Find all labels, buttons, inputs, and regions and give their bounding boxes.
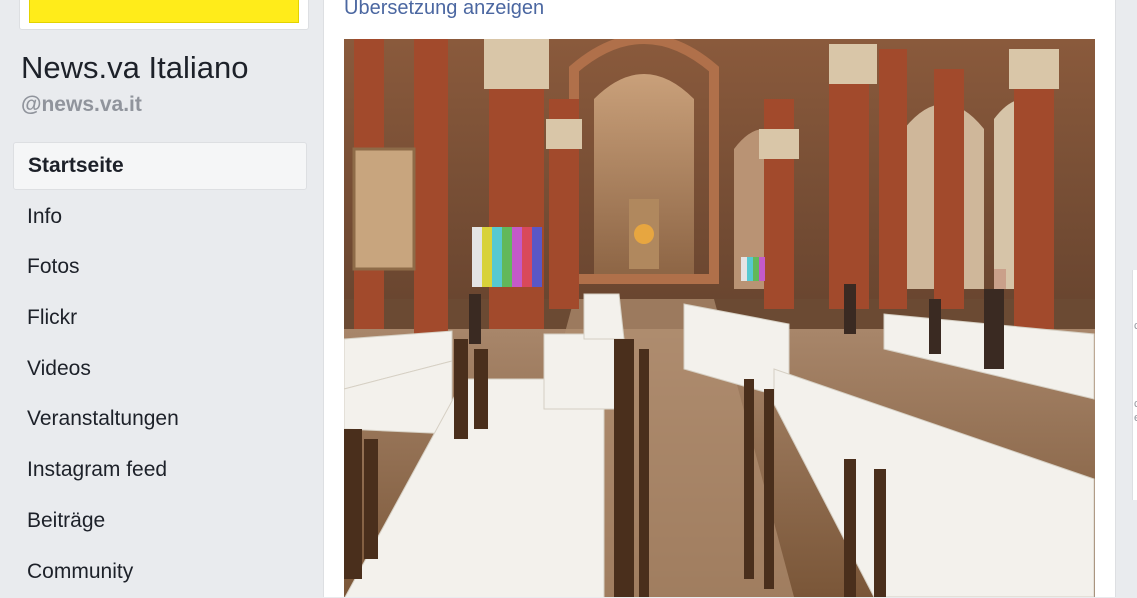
page-title[interactable]: News.va Italiano (21, 50, 248, 86)
page-nav: Startseite Info Fotos Flickr Videos Vera… (13, 142, 307, 598)
nav-item-startseite[interactable]: Startseite (13, 142, 307, 190)
nav-item-flickr[interactable]: Flickr (13, 294, 307, 342)
nav-item-instagram-feed[interactable]: Instagram feed (13, 446, 307, 494)
page-sidebar: News.va Italiano @news.va.it Startseite … (0, 0, 322, 597)
post-photo[interactable] (344, 39, 1095, 597)
nav-item-beitraege[interactable]: Beiträge (13, 497, 307, 545)
nav-item-fotos[interactable]: Fotos (13, 243, 307, 291)
post-card: Übersetzung anzeigen (323, 0, 1116, 597)
page-handle[interactable]: @news.va.it (21, 93, 142, 117)
nav-item-videos[interactable]: Videos (13, 345, 307, 393)
nav-item-veranstaltungen[interactable]: Veranstaltungen (13, 395, 307, 443)
profile-picture-card[interactable] (19, 0, 309, 30)
translate-link[interactable]: Übersetzung anzeigen (344, 0, 544, 20)
nav-item-info[interactable]: Info (13, 193, 307, 241)
profile-picture[interactable] (29, 0, 299, 23)
nav-item-community[interactable]: Community (13, 548, 307, 596)
right-column-edge: c ci e (1132, 270, 1137, 500)
basilica-photo (344, 39, 1095, 597)
